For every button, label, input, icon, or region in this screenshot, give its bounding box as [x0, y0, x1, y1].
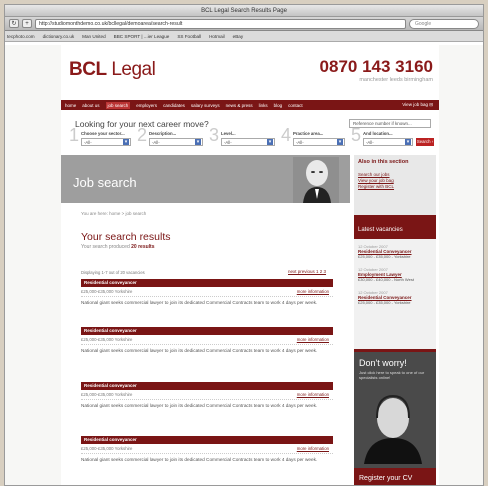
- result-title[interactable]: Residential conveyancer: [81, 436, 333, 444]
- promo-title: Don't worry!: [359, 358, 407, 368]
- nav-item-news[interactable]: news & press: [226, 103, 253, 108]
- bookmark[interactable]: dictionary.co.uk: [43, 34, 75, 39]
- result-description: National giant seeks commercial lawyer t…: [81, 399, 333, 410]
- step-number: 1: [69, 125, 80, 145]
- more-info-link[interactable]: more information: [297, 390, 329, 399]
- description-select[interactable]: -All-: [149, 138, 203, 146]
- nav-item-home[interactable]: home: [65, 103, 76, 108]
- latest-vacancies-heading: Latest vacancies: [354, 221, 436, 239]
- nav-item-about[interactable]: about us: [82, 103, 99, 108]
- result-description: National giant seeks commercial lawyer t…: [81, 344, 333, 355]
- more-info-link[interactable]: more information: [297, 444, 329, 453]
- register-cv-button[interactable]: Register your CV: [354, 471, 436, 485]
- results-summary: Your search produced 20 results: [81, 244, 155, 250]
- job-bag-link[interactable]: View job bag ⊟: [402, 100, 433, 110]
- office-cities: manchester leeds birmingham: [359, 77, 433, 83]
- vacancy-item: 12 October 2007 Residential Conveyancer …: [358, 290, 432, 305]
- step-label: Choose your sector...: [81, 131, 125, 136]
- sidebar-link-register[interactable]: Register with BCL: [358, 184, 432, 189]
- more-info-link[interactable]: more information: [297, 287, 329, 296]
- results-count-text: Displaying 1-7 out of 20 vacancies: [81, 270, 145, 275]
- main-nav: home about us job search employers candi…: [61, 100, 439, 110]
- step-number: 5: [351, 125, 362, 145]
- nav-item-salary[interactable]: salary surveys: [191, 103, 220, 108]
- practice-area-select[interactable]: -All-: [293, 138, 345, 146]
- url-input[interactable]: http://studiomonthdemo.co.uk/bcllegal/de…: [35, 18, 406, 29]
- nav-item-links[interactable]: links: [259, 103, 268, 108]
- vacancy-item: 12 October 2007 Employment Lawyer £30,00…: [358, 267, 432, 282]
- site-container: BCL Legal 0870 143 3160 manchester leeds…: [61, 45, 439, 485]
- step-label: Practice area...: [293, 131, 324, 136]
- bookmark[interactable]: Man United: [82, 34, 106, 39]
- bookmark[interactable]: SS Football: [177, 34, 201, 39]
- bookmark[interactable]: BBC SPORT | ...ier League: [114, 34, 170, 39]
- latest-vacancies-list: 12 October 2007 Residential Conveyancer …: [354, 239, 436, 349]
- step-label: Description...: [149, 131, 177, 136]
- browser-search-input[interactable]: Google: [409, 18, 479, 29]
- breadcrumb: You are here: home > job search: [81, 211, 147, 216]
- nav-item-job-search[interactable]: job search: [105, 101, 131, 109]
- result-title[interactable]: Residential conveyancer: [81, 279, 333, 287]
- page-viewport: BCL Legal 0870 143 3160 manchester leeds…: [5, 45, 483, 485]
- browser-toolbar: ↻ + http://studiomonthdemo.co.uk/bcllega…: [5, 17, 483, 31]
- step-number: 2: [137, 125, 148, 145]
- results-title: Your search results: [81, 231, 171, 243]
- search-button[interactable]: Search ›: [416, 138, 434, 146]
- result-item: Residential conveyancer £25,000-£35,000 …: [81, 327, 333, 355]
- result-salary: £25,000-£35,000 Yorkshire: [81, 289, 133, 294]
- more-info-link[interactable]: more information: [297, 335, 329, 344]
- browser-window: BCL Legal Search Results Page ↻ + http:/…: [4, 4, 484, 486]
- step-label: Level...: [221, 131, 236, 136]
- sidebar-link-job-bag[interactable]: View your job bag: [358, 178, 432, 183]
- result-title[interactable]: Residential conveyancer: [81, 382, 333, 390]
- result-salary: £25,000-£35,000 Yorkshire: [81, 392, 133, 397]
- vacancy-item: 12 October 2007 Residential Conveyancer …: [358, 244, 432, 259]
- result-salary: £25,000-£35,000 Yorkshire: [81, 446, 133, 451]
- bookmark[interactable]: tecphoto.com: [7, 34, 35, 39]
- bookmark[interactable]: eBay: [233, 34, 243, 39]
- step-number: 4: [281, 125, 292, 145]
- nav-item-candidates[interactable]: candidates: [163, 103, 185, 108]
- sector-select[interactable]: -All-: [81, 138, 131, 146]
- man-with-headset-photo: [364, 394, 422, 464]
- result-item: Residential conveyancer £25,000-£35,000 …: [81, 436, 333, 464]
- result-item: Residential conveyancer £25,000-£35,000 …: [81, 382, 333, 410]
- result-description: National giant seeks commercial lawyer t…: [81, 296, 333, 307]
- reload-icon[interactable]: ↻: [9, 19, 19, 28]
- add-bookmark-icon[interactable]: +: [22, 19, 32, 28]
- result-item: Residential conveyancer £25,000-£35,000 …: [81, 279, 333, 307]
- nav-item-employers[interactable]: employers: [136, 103, 157, 108]
- bookmarks-bar: tecphoto.com dictionary.co.uk Man United…: [5, 31, 483, 42]
- site-logo[interactable]: BCL Legal: [69, 59, 156, 81]
- bald-man-photo: [293, 157, 339, 203]
- nav-item-contact[interactable]: contact: [288, 103, 303, 108]
- promo-text: Just click here to speak to one of our s…: [359, 370, 425, 380]
- result-salary: £25,000-£35,000 Yorkshire: [81, 337, 133, 342]
- sidebar: Also in this section Search our jobs Vie…: [354, 155, 436, 485]
- basket-icon: ⊟: [429, 102, 433, 107]
- also-title: Also in this section: [358, 159, 409, 165]
- bookmark[interactable]: Hotmail: [209, 34, 225, 39]
- phone-number: 0870 143 3160: [319, 57, 433, 76]
- reference-input[interactable]: Reference number if known...: [349, 119, 431, 128]
- page-banner: Job search: [61, 155, 350, 203]
- result-description: National giant seeks commercial lawyer t…: [81, 453, 333, 464]
- live-chat-promo[interactable]: Don't worry! Just click here to speak to…: [354, 352, 436, 468]
- also-section: Also in this section Search our jobs Vie…: [354, 155, 436, 215]
- page-title: Job search: [73, 175, 137, 190]
- sidebar-link-search[interactable]: Search our jobs: [358, 172, 432, 177]
- result-title[interactable]: Residential conveyancer: [81, 327, 333, 335]
- location-select[interactable]: -All-: [363, 138, 413, 146]
- nav-item-blog[interactable]: blog: [274, 103, 283, 108]
- step-label: And location...: [363, 131, 393, 136]
- step-number: 3: [209, 125, 220, 145]
- level-select[interactable]: -All-: [221, 138, 275, 146]
- pagination[interactable]: next previous 1 2 3: [288, 269, 326, 274]
- window-title: BCL Legal Search Results Page: [5, 5, 483, 17]
